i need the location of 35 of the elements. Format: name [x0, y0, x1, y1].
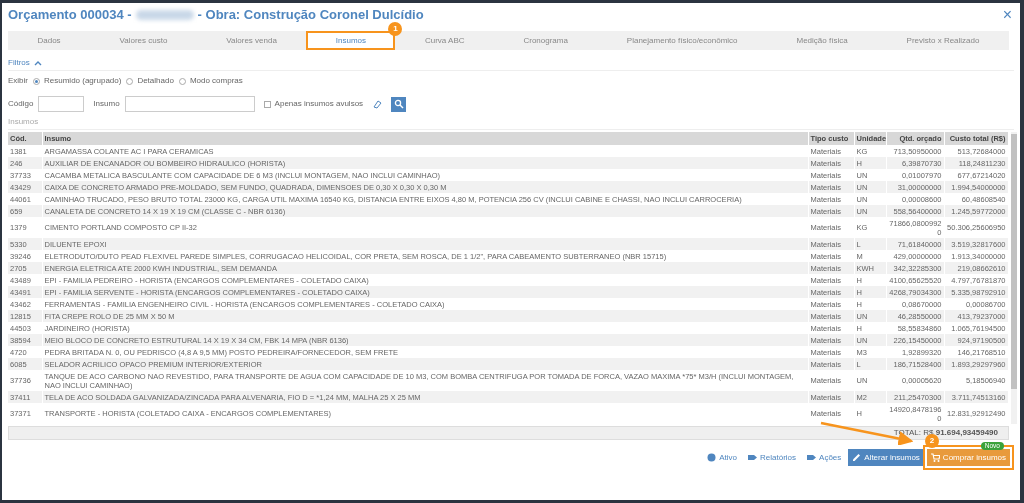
- callout-badge: 1: [388, 22, 403, 36]
- checkbox-option[interactable]: Apenas insumos avulsos: [263, 98, 364, 110]
- tab[interactable]: Valores venda: [196, 31, 307, 50]
- radio-option[interactable]: Resumido (agrupado): [33, 75, 122, 87]
- action-button[interactable]: Alterar insumos: [848, 449, 924, 466]
- input-field[interactable]: [38, 96, 85, 112]
- redacted-name: [135, 10, 194, 20]
- field-label: Código: [8, 98, 34, 110]
- tag-icon: [807, 453, 817, 462]
- field-label: Exibir: [8, 75, 28, 87]
- input-field[interactable]: [124, 96, 255, 112]
- tab[interactable]: Planejamento físico/econômico: [597, 31, 768, 50]
- tab[interactable]: Cronograma: [494, 31, 598, 50]
- search-button[interactable]: [391, 96, 407, 112]
- radio-option[interactable]: Detalhado: [126, 75, 174, 87]
- cart-icon: [930, 453, 940, 462]
- tag-icon: [748, 453, 758, 462]
- tab[interactable]: Previsto x Realizado: [877, 31, 1009, 50]
- tab[interactable]: Insumos: [306, 31, 396, 50]
- window-title: - Obra: Construção Coronel Dulcídio: [197, 6, 424, 25]
- field-label: Insumo: [93, 98, 120, 110]
- circle-icon: [707, 453, 717, 462]
- section-title: Insumos: [8, 116, 39, 128]
- tab[interactable]: Valores custo: [90, 31, 197, 50]
- search-icon: [393, 99, 404, 109]
- pencil-icon: [852, 453, 862, 462]
- callout-badge: 2: [924, 434, 939, 448]
- tab[interactable]: Medição física: [767, 31, 878, 50]
- close-button[interactable]: ×: [1000, 7, 1014, 23]
- tab[interactable]: Dados: [8, 31, 91, 50]
- window-title: Orçamento 000034 -: [8, 6, 132, 25]
- scrollbar[interactable]: [1010, 132, 1017, 424]
- section-title: Filtros: [8, 57, 30, 69]
- eraser-icon: [372, 99, 383, 109]
- radio-option[interactable]: Modo compras: [178, 75, 243, 87]
